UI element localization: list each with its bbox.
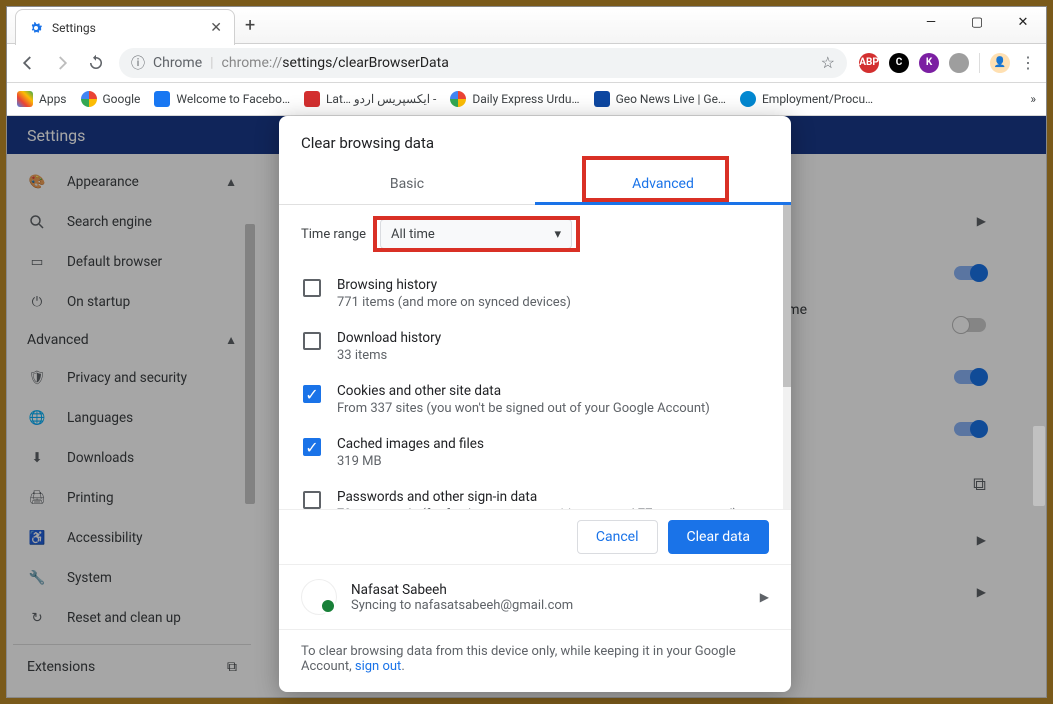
- dialog-title: Clear browsing data: [279, 116, 791, 164]
- chrome-menu-icon[interactable]: ⋮: [1020, 53, 1036, 72]
- maximize-button[interactable]: ▢: [954, 7, 1000, 37]
- tab-close-icon[interactable]: ✕: [210, 20, 222, 36]
- extension-icons: ABP C K 👤 ⋮: [859, 53, 1036, 73]
- dialog-scrollbar-track[interactable]: [783, 205, 791, 509]
- checkbox-passwords[interactable]: [303, 491, 321, 509]
- checkbox-download[interactable]: [303, 332, 321, 350]
- url-host: Chrome: [153, 55, 202, 71]
- google-bookmark[interactable]: Google: [81, 91, 141, 107]
- account-sync-status: Syncing to nafasatsabeeh@gmail.com: [351, 598, 746, 613]
- page-scrollbar[interactable]: [1033, 426, 1045, 506]
- time-range-select[interactable]: All time ▾: [380, 219, 572, 249]
- titlebar: Settings ✕ + — ▢ ✕: [7, 7, 1046, 44]
- bookmark-star-icon[interactable]: ☆: [821, 53, 835, 72]
- option-browsing-history[interactable]: Browsing history771 items (and more on s…: [301, 267, 769, 320]
- cancel-button[interactable]: Cancel: [577, 520, 658, 554]
- time-range-label: Time range: [301, 227, 366, 242]
- bookmarks-overflow-icon[interactable]: »: [1030, 92, 1036, 106]
- tab-title: Settings: [52, 21, 202, 35]
- sign-out-link[interactable]: sign out: [355, 659, 401, 674]
- checkbox-browsing[interactable]: [303, 279, 321, 297]
- apps-bookmark[interactable]: Apps: [17, 91, 67, 107]
- ext-icon-2[interactable]: C: [889, 53, 909, 73]
- facebook-bookmark[interactable]: Welcome to Facebo…: [154, 91, 290, 107]
- ext-icon-3[interactable]: K: [919, 53, 939, 73]
- dialog-footer-note: To clear browsing data from this device …: [279, 629, 791, 692]
- employment-bookmark[interactable]: Employment/Procu…: [740, 91, 873, 107]
- option-download-history[interactable]: Download history33 items: [301, 320, 769, 373]
- omnibox[interactable]: ⓘ Chrome | chrome://settings/clearBrowse…: [119, 48, 847, 78]
- close-window-button[interactable]: ✕: [1000, 7, 1046, 37]
- tab-basic[interactable]: Basic: [279, 164, 535, 204]
- minimize-button[interactable]: —: [908, 7, 954, 37]
- clear-browsing-data-dialog: Clear browsing data Basic Advanced Time …: [279, 116, 791, 692]
- express-urdu-bookmark[interactable]: Daily Express Urdu…: [450, 91, 579, 107]
- adblock-icon[interactable]: ABP: [859, 53, 879, 73]
- option-passwords[interactable]: Passwords and other sign-in data79 passw…: [301, 479, 769, 509]
- profile-avatar-icon[interactable]: 👤: [990, 53, 1010, 73]
- reload-button[interactable]: [85, 52, 107, 74]
- account-row[interactable]: Nafasat Sabeeh Syncing to nafasatsabeeh@…: [279, 564, 791, 629]
- tab-advanced[interactable]: Advanced: [535, 164, 791, 204]
- express-bookmark[interactable]: Lat… ایکسپریس اردو -: [304, 91, 436, 107]
- chevron-down-icon: ▾: [555, 227, 562, 242]
- option-cached[interactable]: ✓ Cached images and files319 MB: [301, 426, 769, 479]
- back-button[interactable]: [17, 52, 39, 74]
- bookmarks-bar: Apps Google Welcome to Facebo… Lat… ایکس…: [7, 83, 1046, 116]
- chevron-right-icon: ▶: [760, 590, 769, 604]
- geo-bookmark[interactable]: Geo News Live | Ge…: [594, 91, 726, 107]
- address-bar: ⓘ Chrome | chrome://settings/clearBrowse…: [7, 44, 1046, 83]
- checkbox-cached[interactable]: ✓: [303, 438, 321, 456]
- site-info-icon[interactable]: ⓘ: [131, 53, 145, 73]
- gear-icon: [28, 20, 44, 36]
- dialog-scrollbar-thumb[interactable]: [783, 205, 791, 387]
- checkbox-cookies[interactable]: ✓: [303, 385, 321, 403]
- clear-data-button[interactable]: Clear data: [668, 520, 769, 554]
- forward-button[interactable]: [51, 52, 73, 74]
- browser-tab[interactable]: Settings ✕: [15, 9, 235, 45]
- avatar: [301, 579, 337, 615]
- account-name: Nafasat Sabeeh: [351, 582, 746, 598]
- option-cookies[interactable]: ✓ Cookies and other site dataFrom 337 si…: [301, 373, 769, 426]
- new-tab-button[interactable]: +: [245, 15, 255, 36]
- ext-icon-4[interactable]: [949, 53, 969, 73]
